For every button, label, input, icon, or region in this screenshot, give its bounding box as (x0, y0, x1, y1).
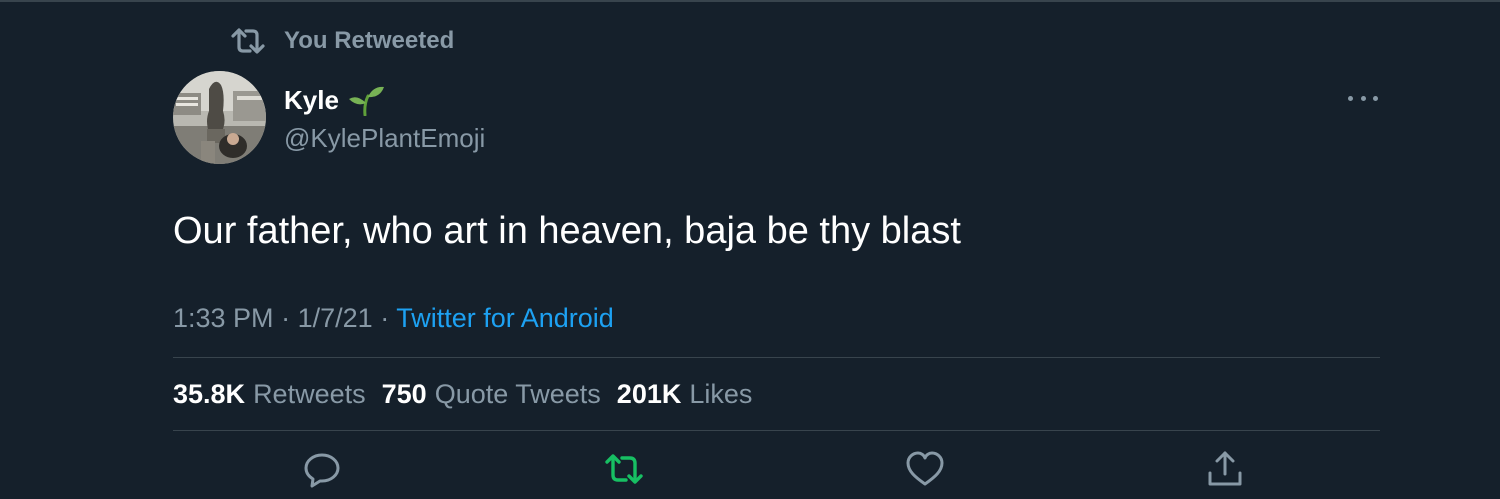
quote-tweets-label: Quote Tweets (434, 379, 601, 409)
tweet-stats: 35.8K Retweets 750 Quote Tweets 201K Likes (173, 377, 768, 411)
likes-count: 201K (616, 379, 682, 409)
heart-icon (906, 451, 944, 486)
meta-separator: · (281, 303, 291, 333)
author-handle[interactable]: @KylePlantEmoji (284, 122, 485, 154)
retweets-stat[interactable]: 35.8K Retweets (173, 377, 366, 411)
retweet-icon (605, 454, 643, 484)
top-border (0, 0, 1500, 2)
tweet-source-link[interactable]: Twitter for Android (396, 303, 614, 333)
likes-stat[interactable]: 201K Likes (617, 377, 753, 411)
quote-tweets-count: 750 (381, 379, 427, 409)
likes-label: Likes (689, 379, 753, 409)
share-button[interactable] (1205, 449, 1245, 489)
tweet-time[interactable]: 1:33 PM (173, 303, 274, 333)
tweet-text: Our father, who art in heaven, baja be t… (173, 210, 961, 252)
retweet-button[interactable] (604, 449, 644, 489)
author-name-text: Kyle (284, 85, 339, 115)
quote-tweets-stat[interactable]: 750 Quote Tweets (382, 377, 601, 411)
divider (173, 430, 1380, 431)
retweets-label: Retweets (253, 379, 366, 409)
divider (173, 357, 1380, 358)
author-name[interactable]: Kyle (284, 84, 385, 116)
like-button[interactable] (905, 449, 945, 489)
tweet-meta: 1:33 PM · 1/7/21 · Twitter for Android (173, 301, 614, 335)
meta-separator: · (380, 303, 390, 333)
share-icon (1208, 451, 1242, 486)
tweet-date[interactable]: 1/7/21 (298, 303, 373, 333)
avatar[interactable] (173, 71, 266, 164)
seedling-emoji (348, 86, 384, 116)
more-options-icon[interactable] (1348, 88, 1378, 108)
reply-icon (304, 453, 340, 488)
retweet-icon (231, 28, 265, 54)
retweet-context-label: You Retweeted (284, 27, 455, 54)
retweets-count: 35.8K (173, 379, 246, 409)
retweet-context: You Retweeted (230, 27, 454, 55)
reply-button[interactable] (302, 449, 342, 489)
